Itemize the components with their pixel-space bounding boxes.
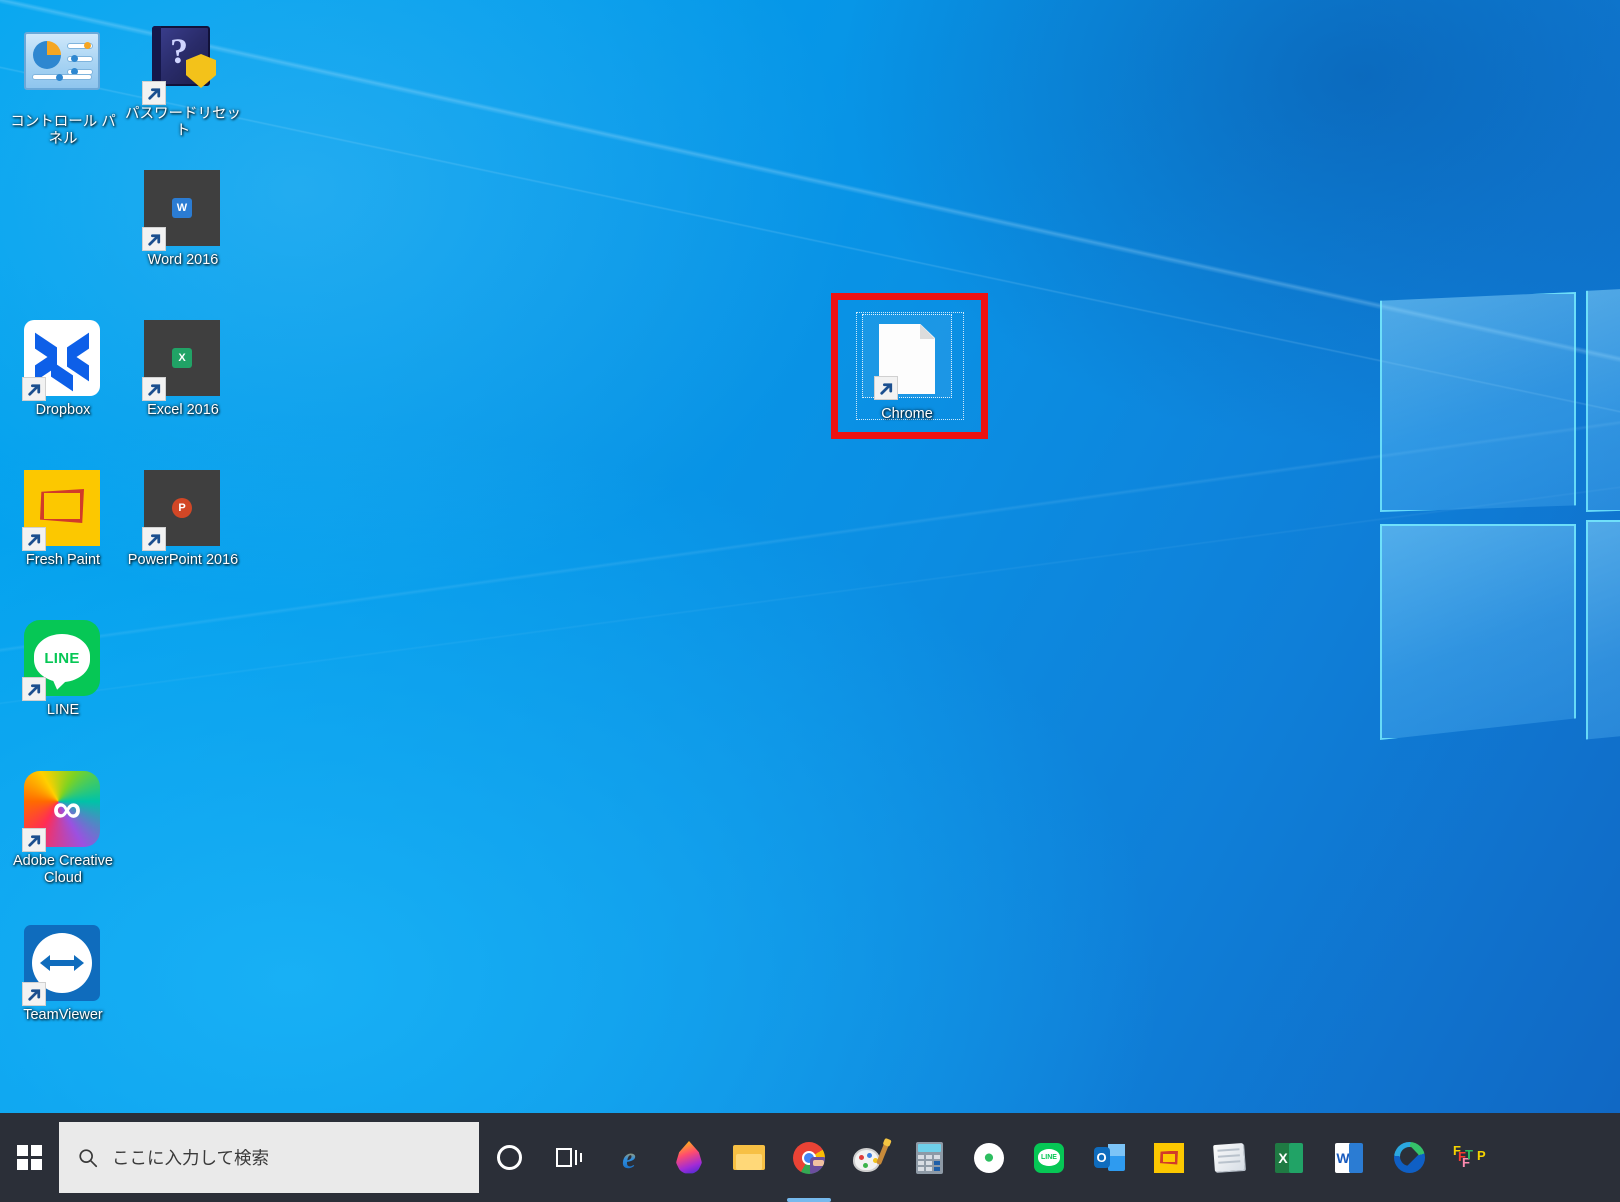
windows-logo-pane bbox=[1586, 520, 1620, 740]
sticky-notes-button[interactable] bbox=[1199, 1113, 1259, 1202]
desktop-icon-excel-2016[interactable]: X Excel 2016 bbox=[124, 320, 242, 419]
excel-icon: X bbox=[1272, 1141, 1306, 1175]
desktop-icon-label: PowerPoint 2016 bbox=[127, 552, 239, 568]
desktop-icon-adobe-creative-cloud[interactable]: ∞ Adobe Creative Cloud bbox=[4, 771, 122, 887]
chrome-icon bbox=[792, 1141, 826, 1175]
line-icon: LINE bbox=[22, 620, 102, 701]
ffftp-button[interactable]: FFF TP bbox=[1439, 1113, 1499, 1202]
desktop-icon-fresh-paint[interactable]: Fresh Paint bbox=[4, 470, 122, 569]
search-input[interactable]: ここに入力して検索 bbox=[59, 1122, 479, 1193]
windows-logo-pane bbox=[1380, 524, 1576, 740]
line-icon: LINE bbox=[1032, 1141, 1066, 1175]
edge-icon bbox=[1392, 1141, 1426, 1175]
edge-button[interactable] bbox=[1379, 1113, 1439, 1202]
dropbox-icon bbox=[22, 320, 102, 401]
control-panel-icon bbox=[24, 32, 102, 110]
evernote-button[interactable]: ● bbox=[959, 1113, 1019, 1202]
blank-document-icon bbox=[868, 324, 946, 402]
excel-thumbnail-icon: X bbox=[142, 320, 222, 401]
evernote-icon: ● bbox=[972, 1141, 1006, 1175]
search-placeholder: ここに入力して検索 bbox=[112, 1149, 269, 1169]
windows-logo-pane bbox=[1380, 292, 1576, 512]
paint-3d-button[interactable] bbox=[659, 1113, 719, 1202]
internet-explorer-button[interactable]: e bbox=[599, 1113, 659, 1202]
excel-button[interactable]: X bbox=[1259, 1113, 1319, 1202]
fresh-paint-icon bbox=[1152, 1141, 1186, 1175]
shortcut-arrow-icon bbox=[22, 527, 46, 551]
shortcut-arrow-icon bbox=[22, 828, 46, 852]
desktop-icon-label: Adobe Creative Cloud bbox=[13, 853, 113, 886]
word-thumbnail-icon: W bbox=[142, 170, 222, 251]
calculator-button[interactable] bbox=[899, 1113, 959, 1202]
desktop-icon-control-panel[interactable]: コントロール パネル bbox=[4, 22, 122, 148]
task-view-icon bbox=[552, 1141, 586, 1175]
fresh-paint-button[interactable] bbox=[1139, 1113, 1199, 1202]
desktop-icon-password-reset[interactable]: ? パスワードリセット bbox=[124, 18, 242, 140]
windows-logo-wallpaper bbox=[1372, 252, 1620, 740]
word-button[interactable]: W bbox=[1319, 1113, 1379, 1202]
desktop-icon-chrome[interactable]: Chrome bbox=[848, 314, 966, 423]
password-reset-icon: ? bbox=[142, 24, 222, 105]
desktop-icon-label: Dropbox bbox=[35, 402, 91, 418]
ffftp-icon: FFF TP bbox=[1453, 1142, 1486, 1170]
desktop-icon-word-2016[interactable]: W Word 2016 bbox=[124, 170, 242, 269]
desktop-icon-label: Fresh Paint bbox=[25, 552, 101, 568]
paint-button[interactable] bbox=[839, 1113, 899, 1202]
internet-explorer-icon: e bbox=[622, 1140, 636, 1175]
taskbar-items: e ● LINE O X W F F F T P bbox=[479, 1113, 1499, 1202]
chrome-button[interactable] bbox=[779, 1113, 839, 1202]
desktop-icon-label: TeamViewer bbox=[23, 1007, 103, 1023]
folder-icon bbox=[732, 1141, 766, 1175]
desktop-icon-label: Word 2016 bbox=[147, 252, 219, 268]
fresh-paint-icon bbox=[22, 470, 102, 551]
line-button[interactable]: LINE bbox=[1019, 1113, 1079, 1202]
shortcut-arrow-icon bbox=[874, 376, 898, 400]
shortcut-arrow-icon bbox=[142, 527, 166, 551]
calculator-icon bbox=[912, 1141, 946, 1175]
desktop-icon-label: Chrome bbox=[881, 406, 933, 422]
desktop-icon-label: LINE bbox=[46, 702, 80, 718]
outlook-button[interactable]: O bbox=[1079, 1113, 1139, 1202]
paint-3d-icon bbox=[672, 1141, 706, 1175]
windows-logo-pane bbox=[1586, 284, 1620, 512]
desktop-icon-powerpoint-2016[interactable]: P PowerPoint 2016 bbox=[124, 470, 242, 569]
word-icon: W bbox=[1332, 1141, 1366, 1175]
shortcut-arrow-icon bbox=[142, 81, 166, 105]
shortcut-arrow-icon bbox=[22, 377, 46, 401]
desktop-icon-label: コントロール パネル bbox=[10, 114, 116, 147]
active-window-indicator bbox=[787, 1198, 831, 1202]
cortana-button[interactable] bbox=[479, 1113, 539, 1202]
outlook-icon: O bbox=[1092, 1141, 1126, 1175]
desktop-icon-teamviewer[interactable]: TeamViewer bbox=[4, 925, 122, 1024]
taskbar: ここに入力して検索 e ● LINE O X W F F F T P bbox=[0, 1113, 1620, 1202]
shortcut-arrow-icon bbox=[22, 982, 46, 1006]
desktop-icon-dropbox[interactable]: Dropbox bbox=[4, 320, 122, 419]
shortcut-arrow-icon bbox=[142, 227, 166, 251]
desktop-icon-line[interactable]: LINE LINE bbox=[4, 620, 122, 719]
search-icon bbox=[79, 1148, 98, 1167]
file-explorer-button[interactable] bbox=[719, 1113, 779, 1202]
teamviewer-icon bbox=[22, 925, 102, 1006]
shortcut-arrow-icon bbox=[22, 677, 46, 701]
cortana-icon bbox=[492, 1141, 526, 1175]
desktop-icon-label: パスワードリセット bbox=[125, 106, 241, 139]
shortcut-arrow-icon bbox=[142, 377, 166, 401]
desktop-icon-label: Excel 2016 bbox=[147, 402, 219, 418]
adobe-creative-cloud-icon: ∞ bbox=[22, 771, 102, 852]
task-view-button[interactable] bbox=[539, 1113, 599, 1202]
desktop-wallpaper[interactable] bbox=[0, 0, 1620, 1113]
start-button[interactable] bbox=[0, 1113, 59, 1202]
paint-icon bbox=[852, 1141, 889, 1175]
powerpoint-thumbnail-icon: P bbox=[142, 470, 222, 551]
windows-start-icon bbox=[17, 1145, 42, 1170]
sticky-notes-icon bbox=[1212, 1141, 1246, 1175]
